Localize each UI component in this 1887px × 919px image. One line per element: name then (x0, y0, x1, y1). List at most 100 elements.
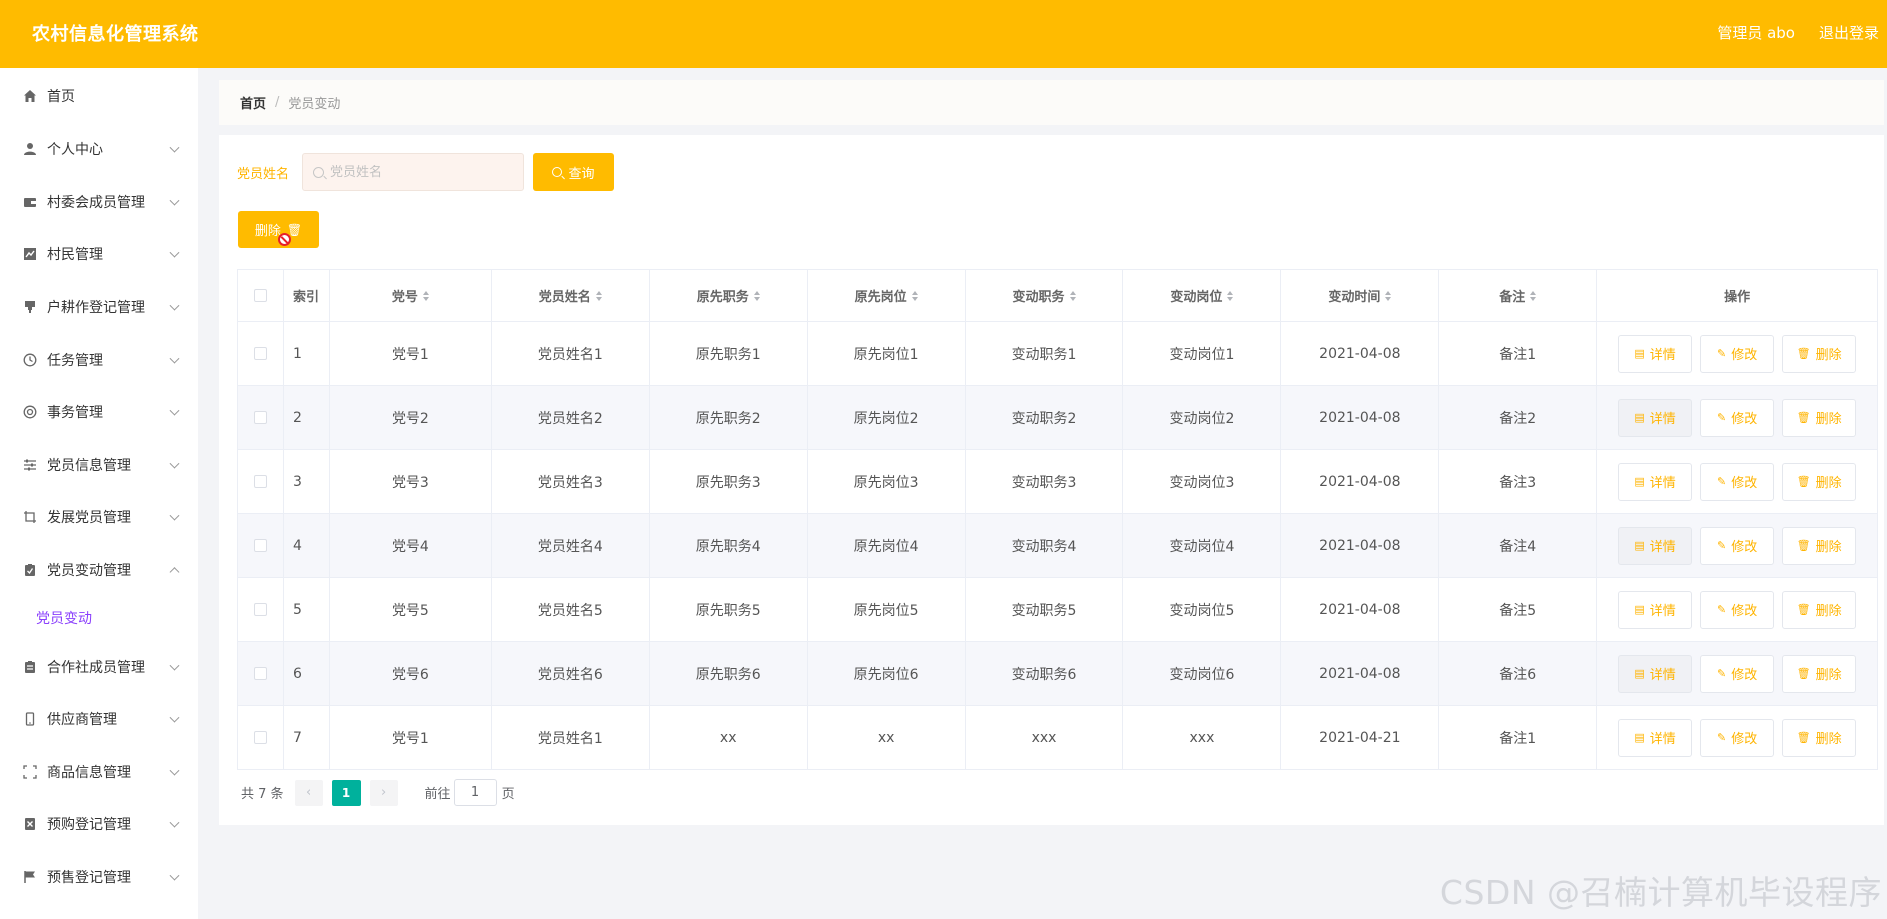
edit-button[interactable]: ✎ 修改 (1700, 462, 1775, 501)
breadcrumb-home[interactable]: 首页 (240, 93, 266, 112)
sidebar-item-affairs[interactable]: 事务管理 (0, 386, 198, 439)
sidebar-item-suppliers[interactable]: 供应商管理 (0, 693, 198, 746)
edit-button[interactable]: ✎ 修改 (1700, 334, 1775, 373)
search-input[interactable] (330, 164, 500, 180)
sidebar-item-party-info[interactable]: 党员信息管理 (0, 439, 198, 492)
sidebar-item-villagers[interactable]: 村民管理 (0, 228, 198, 281)
pagination-page-1[interactable]: 1 (331, 779, 361, 806)
edit-button[interactable]: ✎ 修改 (1700, 654, 1775, 693)
sidebar-item-cooperative[interactable]: 合作社成员管理 (0, 640, 198, 693)
row-checkbox[interactable] (253, 411, 267, 424)
sort-icon[interactable] (422, 290, 429, 301)
header-change-time[interactable]: 变动时间 (1281, 270, 1440, 322)
row-index: 1 (283, 322, 330, 386)
detail-button[interactable]: ▤ 详情 (1618, 398, 1693, 437)
table-header-row: 索引 党号 党员姓名 原先职务 原先岗位 变动职务 变动岗位 变动时间 备注 操… (238, 270, 1879, 322)
sidebar-item-tasks[interactable]: 任务管理 (0, 333, 198, 386)
header-changed-post[interactable]: 变动岗位 (1123, 270, 1282, 322)
chevron-up-icon (169, 567, 180, 578)
delete-button[interactable]: 🗑 删除 (1782, 526, 1857, 565)
detail-button[interactable]: ▤ 详情 (1618, 334, 1693, 373)
phone-icon (22, 711, 38, 727)
detail-button-label: 详情 (1649, 412, 1676, 427)
edit-button[interactable]: ✎ 修改 (1700, 526, 1775, 565)
trash-icon: 🗑 (1796, 603, 1811, 616)
submenu-item-party-change[interactable]: 党员变动 (0, 596, 198, 640)
row-checkbox[interactable] (253, 667, 267, 680)
header-member-name[interactable]: 党员姓名 (491, 270, 650, 322)
sidebar-item-presale-register[interactable]: 预售登记管理 (0, 851, 198, 904)
bulk-delete-button[interactable]: 删除 🗑 (238, 211, 319, 248)
cell-changed-duty: 变动职务6 (965, 642, 1124, 706)
header-remark[interactable]: 备注 (1439, 270, 1598, 322)
sidebar-item-presale-purchase[interactable]: 预购登记管理 (0, 798, 198, 851)
delete-button[interactable]: 🗑 删除 (1782, 654, 1857, 693)
delete-button[interactable]: 🗑 删除 (1782, 718, 1857, 757)
sort-icon[interactable] (1530, 290, 1537, 301)
sidebar-item-home[interactable]: 首页 (0, 68, 198, 123)
sort-icon[interactable] (753, 290, 760, 301)
detail-button[interactable]: ▤ 详情 (1618, 590, 1693, 629)
query-button-label: 查询 (568, 166, 595, 182)
header-original-post[interactable]: 原先岗位 (807, 270, 966, 322)
sidebar-item-label: 事务管理 (47, 405, 103, 422)
delete-button[interactable]: 🗑 删除 (1782, 334, 1857, 373)
search-field[interactable] (302, 153, 524, 191)
home-icon (22, 88, 38, 104)
sort-icon[interactable] (595, 290, 602, 301)
cell-remark: 备注6 (1439, 642, 1598, 706)
sidebar-item-committee[interactable]: 村委会成员管理 (0, 176, 198, 229)
detail-button[interactable]: ▤ 详情 (1618, 718, 1693, 757)
row-index: 5 (283, 578, 330, 642)
chevron-down-icon (169, 300, 180, 311)
detail-button[interactable]: ▤ 详情 (1618, 654, 1693, 693)
edit-button[interactable]: ✎ 修改 (1700, 590, 1775, 629)
cell-remark: 备注4 (1439, 514, 1598, 578)
delete-button[interactable]: 🗑 删除 (1782, 590, 1857, 629)
row-actions: ▤ 详情 ✎ 修改 🗑 删除 (1597, 450, 1879, 514)
row-checkbox[interactable] (253, 603, 267, 616)
cell-party-no: 党号5 (329, 578, 492, 642)
sidebar-item-party-development[interactable]: 发展党员管理 (0, 491, 198, 544)
detail-button[interactable]: ▤ 详情 (1618, 526, 1693, 565)
sort-icon[interactable] (1385, 290, 1392, 301)
header-original-duty[interactable]: 原先职务 (649, 270, 808, 322)
header-changed-duty[interactable]: 变动职务 (965, 270, 1124, 322)
query-button[interactable]: 查询 (533, 153, 614, 191)
row-actions: ▤ 详情 ✎ 修改 🗑 删除 (1597, 386, 1879, 450)
cell-changed-duty: xxx (965, 706, 1124, 770)
pencil-icon: ✎ (1716, 347, 1727, 360)
delete-button[interactable]: 🗑 删除 (1782, 462, 1857, 501)
row-checkbox[interactable] (253, 539, 267, 552)
pagination-goto-field[interactable] (453, 779, 497, 806)
sidebar-item-personal-center[interactable]: 个人中心 (0, 123, 198, 176)
detail-button[interactable]: ▤ 详情 (1618, 462, 1693, 501)
delete-button-label: 删除 (1815, 476, 1842, 491)
chevron-down-icon (169, 405, 180, 416)
row-checkbox[interactable] (253, 347, 267, 360)
sort-icon[interactable] (911, 290, 918, 301)
cell-party-no: 党号2 (329, 386, 492, 450)
cell-change-time: 2021-04-08 (1281, 642, 1440, 706)
header-party-no[interactable]: 党号 (329, 270, 492, 322)
sidebar-item-label: 个人中心 (47, 142, 103, 159)
edit-button[interactable]: ✎ 修改 (1700, 398, 1775, 437)
sort-icon[interactable] (1227, 290, 1234, 301)
pagination-goto-input[interactable] (456, 785, 495, 800)
sidebar-item-farming[interactable]: 户耕作登记管理 (0, 281, 198, 334)
sidebar-item-products[interactable]: 商品信息管理 (0, 746, 198, 799)
data-table: 索引 党号 党员姓名 原先职务 原先岗位 变动职务 变动岗位 变动时间 备注 操… (237, 269, 1879, 770)
logout-link[interactable]: 退出登录 (1819, 22, 1879, 43)
pagination-prev-button[interactable]: ‹ (294, 779, 323, 806)
sidebar-item-party-change[interactable]: 党员变动管理 (0, 544, 198, 597)
pagination-next-button[interactable]: › (369, 779, 398, 806)
delete-button[interactable]: 🗑 删除 (1782, 398, 1857, 437)
row-checkbox[interactable] (253, 475, 267, 488)
select-all-checkbox[interactable] (253, 289, 267, 302)
row-checkbox[interactable] (253, 731, 267, 744)
sidebar-item-label: 村民管理 (47, 247, 103, 264)
edit-button[interactable]: ✎ 修改 (1700, 718, 1775, 757)
clipboard-icon (22, 659, 38, 675)
sort-icon[interactable] (1069, 290, 1076, 301)
search-icon (552, 167, 563, 177)
